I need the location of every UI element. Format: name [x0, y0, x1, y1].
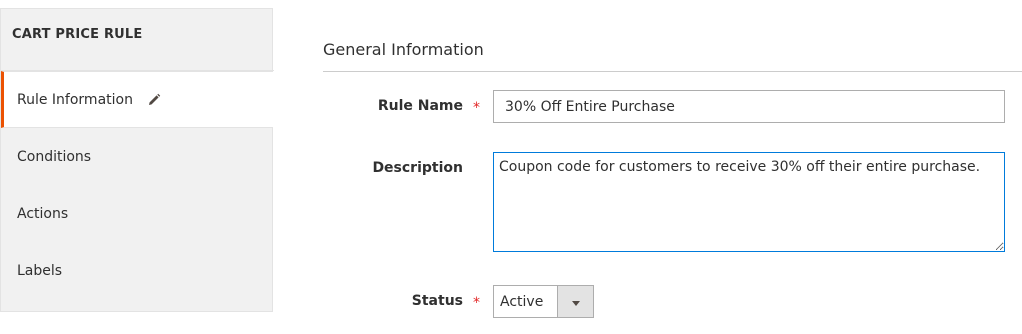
section-title: General Information [323, 40, 484, 59]
sidebar-item-rule-information[interactable]: Rule Information [1, 71, 273, 128]
sidebar-item-label: Actions [17, 205, 69, 222]
description-textarea[interactable]: Coupon code for customers to receive 30%… [493, 152, 1005, 252]
sidebar-item-label: Conditions [17, 148, 92, 165]
sidebar-item-label: Labels [17, 262, 63, 279]
sidebar-item-label: Rule Information [17, 91, 133, 108]
chevron-down-icon [571, 292, 581, 311]
sidebar-tabs: CART PRICE RULE Rule Information Conditi… [0, 8, 274, 312]
select-toggle-button[interactable] [557, 286, 593, 317]
sidebar-item-labels[interactable]: Labels [1, 242, 273, 299]
sidebar-item-conditions[interactable]: Conditions [1, 128, 273, 185]
sidebar-item-actions[interactable]: Actions [1, 185, 273, 242]
description-label: Description [372, 160, 463, 176]
rule-name-input[interactable] [493, 90, 1005, 123]
status-select-value: Active [500, 293, 544, 310]
rule-name-label: Rule Name [377, 98, 463, 114]
sidebar-title: CART PRICE RULE [12, 27, 143, 42]
status-select[interactable]: Active [493, 285, 594, 318]
required-indicator: * [473, 295, 480, 311]
required-indicator: * [473, 100, 480, 116]
pencil-icon [147, 93, 161, 107]
section-divider [323, 71, 1022, 72]
status-label: Status [411, 293, 463, 309]
